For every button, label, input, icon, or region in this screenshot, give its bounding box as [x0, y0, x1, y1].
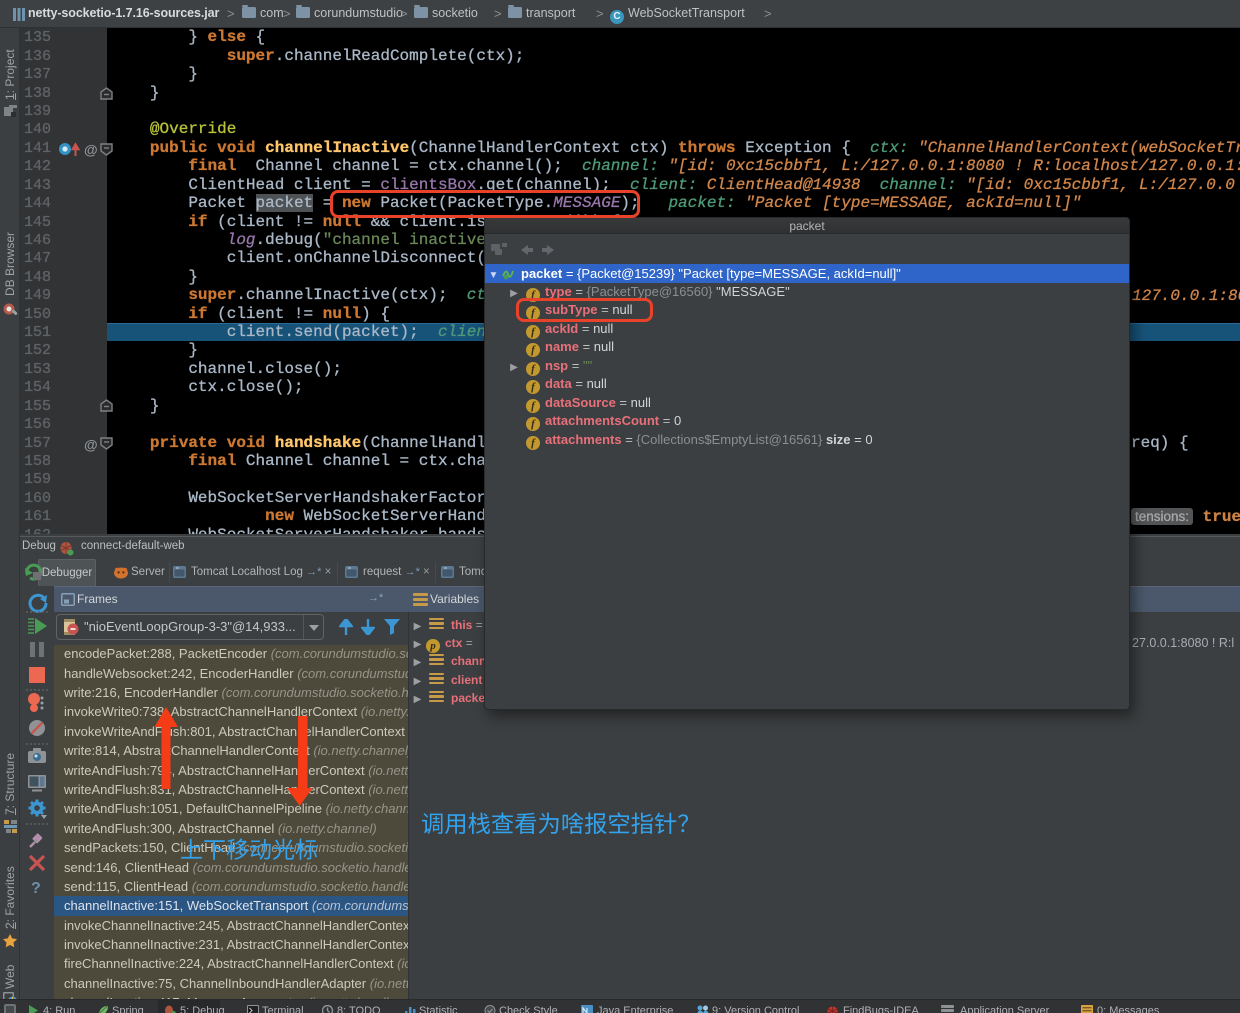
svg-text:?: ? [31, 880, 41, 897]
svg-text:@: @ [84, 437, 98, 453]
svg-text:@: @ [84, 142, 98, 158]
